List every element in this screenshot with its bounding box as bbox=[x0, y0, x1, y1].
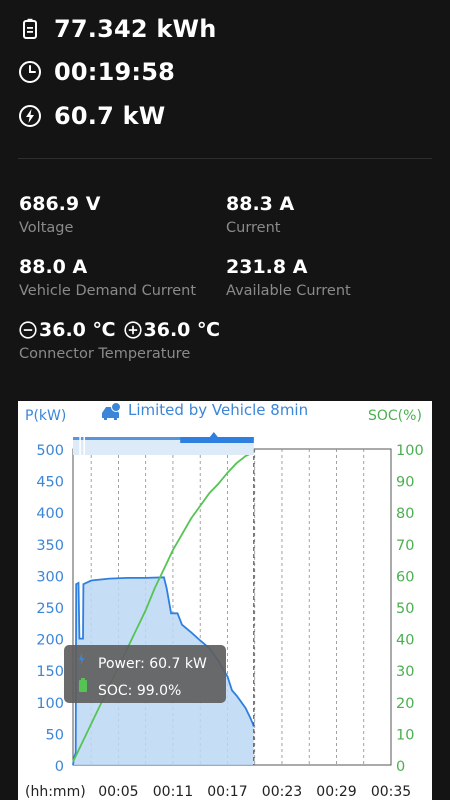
x-tick-label: 00:17 bbox=[207, 784, 247, 800]
y-left-tick-label: 400 bbox=[36, 506, 64, 522]
lightning-icon bbox=[18, 104, 42, 128]
chart-svg: Limited by Vehicle 8minP(kW) SOC(%)050100… bbox=[25, 401, 424, 800]
demand-current-label: Vehicle Demand Current bbox=[19, 283, 197, 299]
y-left-tick-label: 100 bbox=[36, 696, 64, 712]
y-left-tick-label: 500 bbox=[36, 443, 64, 459]
x-axis-title: (hh:mm) bbox=[25, 784, 86, 800]
voltage-value: 686.9 V bbox=[19, 193, 101, 215]
charging-chart[interactable]: Limited by Vehicle 8min P(kW) SOC(%) 0 50 100… bbox=[18, 401, 432, 800]
battery-icon bbox=[18, 17, 42, 41]
y-left-axis-title: P(kW) bbox=[25, 408, 66, 424]
minus-circle-icon bbox=[19, 321, 37, 339]
temperature-plus-value: 36.0 ℃ bbox=[143, 319, 221, 341]
power-value: 60.7 kW bbox=[54, 102, 166, 130]
y-right-tick-label: 40 bbox=[396, 633, 414, 649]
x-tick-label: 00:35 bbox=[371, 784, 411, 800]
y-left-tick-label: 450 bbox=[36, 475, 64, 491]
energy-row: 77.342 kWh bbox=[18, 11, 217, 47]
limit-band-marker bbox=[209, 432, 218, 437]
current-metric: 88.3 A Current bbox=[226, 192, 294, 238]
x-tick-label: 00:23 bbox=[262, 784, 302, 800]
current-value: 88.3 A bbox=[226, 193, 295, 215]
divider bbox=[18, 158, 432, 159]
y-right-tick-label: 20 bbox=[396, 696, 414, 712]
tooltip-soc-text: SOC: 99.0% bbox=[98, 683, 181, 699]
available-current-value: 231.8 A bbox=[226, 256, 308, 278]
connector-temperature-metric: 36.0 ℃ 36.0 ℃ Connector Temperature bbox=[19, 318, 228, 364]
x-tick-label: 00:29 bbox=[316, 784, 356, 800]
y-right-tick-label: 90 bbox=[396, 475, 414, 491]
demand-current-value: 88.0 A bbox=[19, 256, 88, 278]
duration-row: 00:19:58 bbox=[18, 54, 175, 90]
y-left-tick-label: 200 bbox=[36, 633, 64, 649]
y-left-tick-label: 300 bbox=[36, 569, 64, 585]
voltage-label: Voltage bbox=[19, 220, 74, 236]
tooltip-soc-icon-cap bbox=[81, 678, 85, 680]
car-alert-badge bbox=[111, 402, 121, 412]
y-right-tick-label: 50 bbox=[396, 601, 414, 617]
y-right-tick-label: 100 bbox=[396, 443, 424, 459]
x-tick-label: 00:11 bbox=[153, 784, 193, 800]
voltage-metric: 686.9 V Voltage bbox=[19, 192, 100, 238]
y-left-tick-label: 50 bbox=[46, 727, 64, 743]
power-row: 60.7 kW bbox=[18, 98, 165, 134]
y-left-tick-label: 0 bbox=[55, 759, 64, 775]
limit-band-active bbox=[180, 437, 254, 443]
y-right-tick-label: 0 bbox=[396, 759, 405, 775]
tooltip-power-text: Power: 60.7 kW bbox=[98, 656, 207, 672]
duration-value: 00:19:58 bbox=[54, 58, 175, 86]
available-current-metric: 231.8 A Available Current bbox=[226, 255, 351, 301]
y-right-tick-label: 60 bbox=[396, 569, 414, 585]
y-right-tick-label: 70 bbox=[396, 538, 414, 554]
y-left-tick-label: 250 bbox=[36, 601, 64, 617]
y-right-tick-label: 30 bbox=[396, 664, 414, 680]
tooltip-soc-icon bbox=[79, 680, 87, 692]
available-current-label: Available Current bbox=[226, 283, 351, 299]
plus-circle-icon bbox=[123, 321, 142, 339]
limit-band-gap bbox=[83, 437, 85, 471]
limit-band-gap bbox=[79, 437, 81, 471]
y-right-axis-title: SOC(%) bbox=[368, 408, 422, 424]
energy-value: 77.342 kWh bbox=[54, 15, 217, 43]
x-tick-label: 00:05 bbox=[98, 784, 138, 800]
demand-current-metric: 88.0 A Vehicle Demand Current bbox=[19, 255, 196, 301]
y-right-tick-label: 80 bbox=[396, 506, 414, 522]
clock-icon bbox=[18, 60, 42, 84]
y-left-tick-label: 150 bbox=[36, 664, 64, 680]
limit-banner-text: Limited by Vehicle 8min bbox=[128, 401, 308, 419]
y-right-tick-label: 10 bbox=[396, 727, 414, 743]
current-label: Current bbox=[226, 220, 281, 236]
temperature-minus-value: 36.0 ℃ bbox=[39, 319, 116, 341]
y-left-tick-label: 350 bbox=[36, 538, 64, 554]
connector-temperature-label: Connector Temperature bbox=[19, 346, 191, 362]
